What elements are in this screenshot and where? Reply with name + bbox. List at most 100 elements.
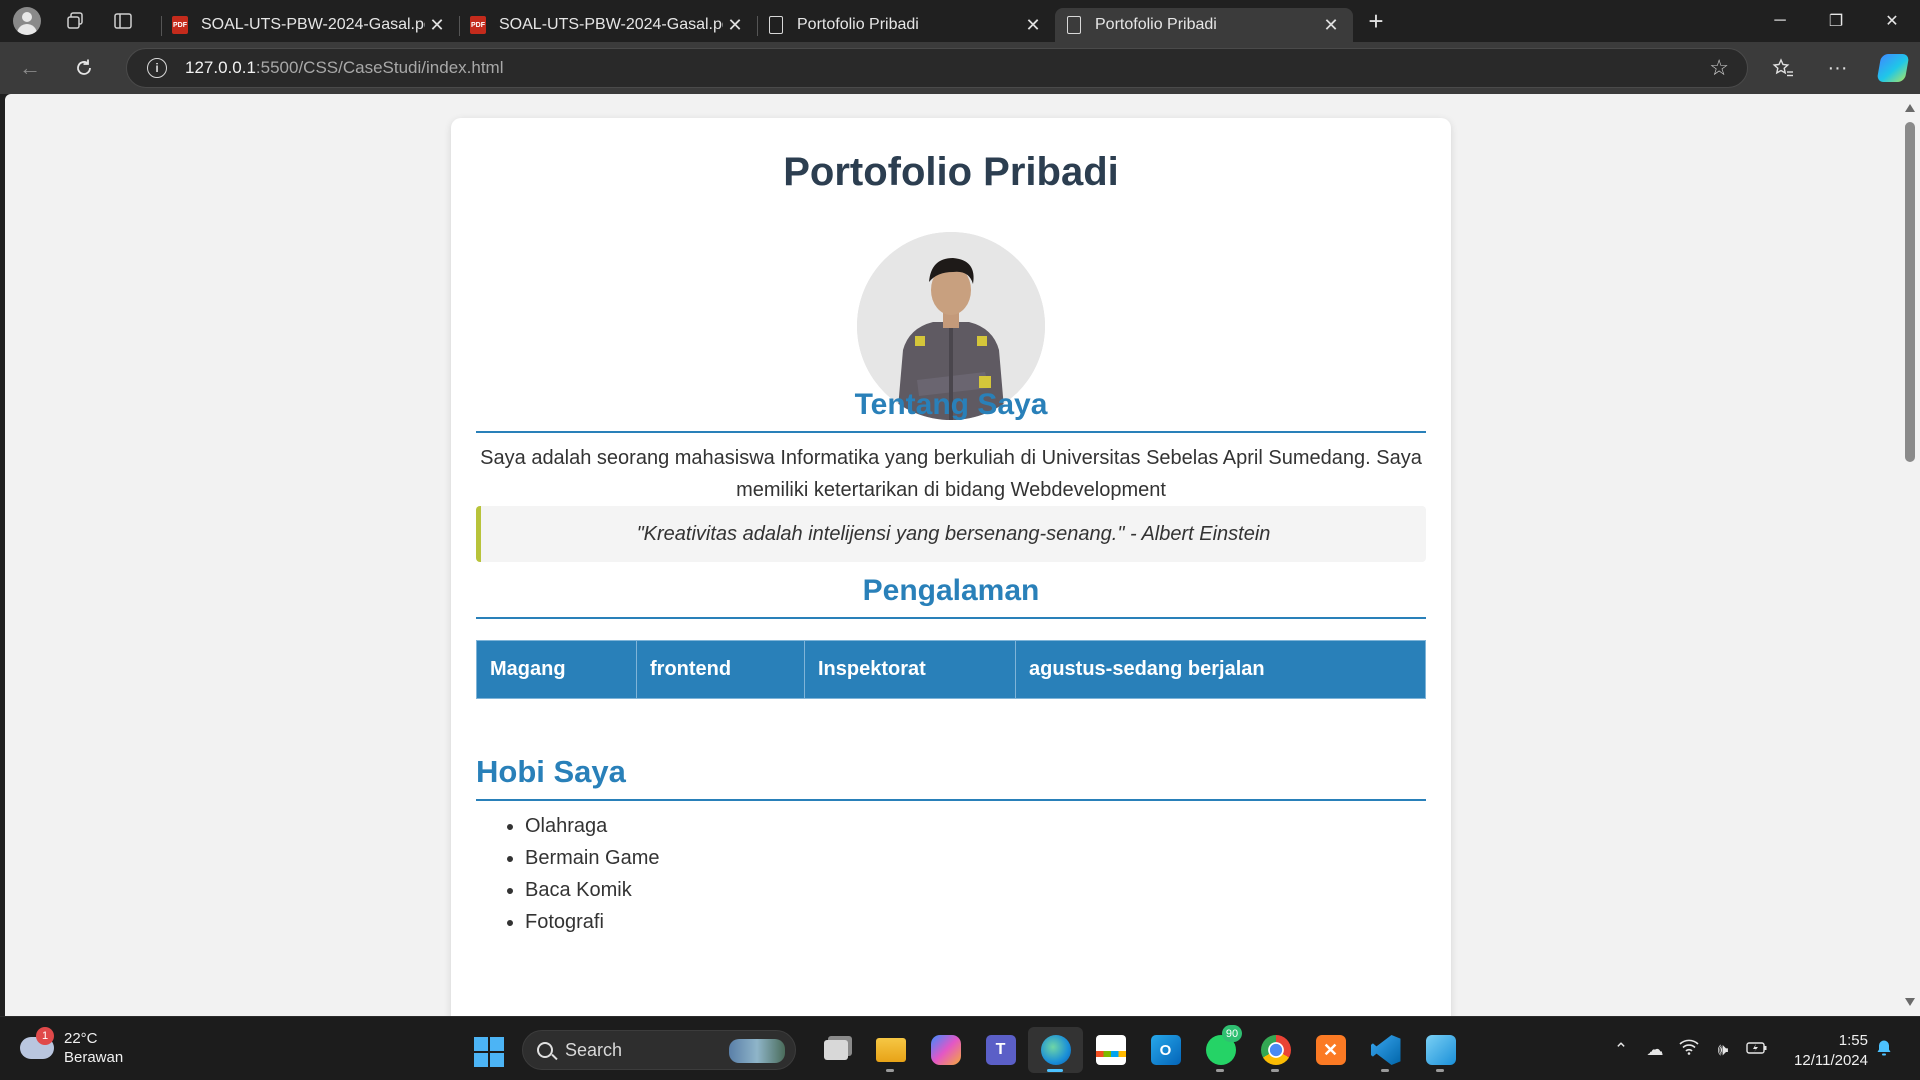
- restore-button[interactable]: ❐: [1808, 0, 1864, 42]
- windows-taskbar: 1 22°C Berawan Search T O 90 ✕ ⌃ ☁ 🕪 1:5…: [0, 1016, 1920, 1080]
- chevron-up-icon[interactable]: ⌃: [1604, 1040, 1638, 1060]
- search-icon: [537, 1042, 553, 1058]
- profile-button[interactable]: [3, 0, 51, 42]
- profile-avatar-icon: [13, 7, 41, 35]
- windows-logo-icon: [490, 1037, 504, 1051]
- file-explorer-button[interactable]: [863, 1027, 918, 1073]
- windows-logo-icon: [474, 1037, 488, 1051]
- windows-logo-icon: [490, 1053, 504, 1067]
- about-divider: [476, 431, 1426, 433]
- tab-title: Portofolio Pribadi: [797, 16, 919, 33]
- system-clock[interactable]: 1:55 12/11/2024: [1778, 1031, 1868, 1071]
- close-icon[interactable]: ✕: [1021, 15, 1045, 36]
- search-highlight-image: [729, 1039, 785, 1063]
- notification-bell-icon[interactable]: [1876, 1039, 1892, 1057]
- page-scrollbar[interactable]: [1900, 94, 1920, 1016]
- running-indicator: [1047, 1069, 1063, 1072]
- refresh-button[interactable]: [60, 48, 108, 88]
- table-cell: Magang: [476, 640, 637, 699]
- minimize-button[interactable]: ─: [1752, 0, 1808, 42]
- back-button[interactable]: ←: [6, 48, 54, 88]
- running-indicator: [1381, 1069, 1389, 1072]
- table-row: Magang frontend Inspektorat agustus-seda…: [476, 640, 1426, 699]
- start-button[interactable]: [474, 1037, 504, 1067]
- edge-button[interactable]: [1028, 1027, 1083, 1073]
- experience-table: Magang frontend Inspektorat agustus-seda…: [476, 640, 1426, 699]
- weather-description: Berawan: [64, 1049, 124, 1066]
- volume-icon[interactable]: 🕪: [1706, 1040, 1740, 1060]
- onedrive-cloud-icon[interactable]: ☁: [1638, 1040, 1672, 1060]
- teams-button[interactable]: T: [973, 1027, 1028, 1073]
- pdf-icon: PDF: [469, 15, 487, 35]
- running-indicator: [1216, 1069, 1224, 1072]
- running-indicator: [1271, 1069, 1279, 1072]
- chrome-icon: [1260, 1035, 1291, 1065]
- scroll-down-arrow-icon[interactable]: [1905, 998, 1915, 1006]
- workspaces-icon: [67, 12, 83, 29]
- favorite-star-icon[interactable]: ☆: [1709, 55, 1729, 81]
- chrome-button[interactable]: [1248, 1027, 1303, 1073]
- photos-icon: [1425, 1035, 1456, 1065]
- address-bar[interactable]: i 127.0.0.1 :5500/CSS/CaseStudi/index.ht…: [126, 48, 1748, 88]
- table-cell: agustus-sedang berjalan: [1015, 640, 1426, 699]
- photos-button[interactable]: [1413, 1027, 1468, 1073]
- teams-icon: T: [985, 1035, 1016, 1065]
- edge-icon: [1040, 1035, 1071, 1065]
- weather-widget[interactable]: 1 22°C Berawan: [20, 1027, 124, 1067]
- table-cell: frontend: [636, 640, 805, 699]
- toolbar-actions: ···: [1755, 42, 1920, 94]
- taskbar-search[interactable]: Search: [522, 1030, 796, 1070]
- windows-logo-icon: [474, 1053, 488, 1067]
- task-view-button[interactable]: [808, 1027, 863, 1073]
- hobby-heading: Hobi Saya: [476, 754, 626, 789]
- scroll-thumb[interactable]: [1905, 122, 1915, 462]
- workspaces-button[interactable]: [51, 0, 99, 42]
- vscode-icon: [1370, 1035, 1401, 1065]
- copilot-app-button[interactable]: [918, 1027, 973, 1073]
- outlook-button[interactable]: O: [1138, 1027, 1193, 1073]
- tab-pdf-2[interactable]: PDF SOAL-UTS-PBW-2024-Gasal.pdf ✕: [459, 8, 757, 42]
- close-icon[interactable]: ✕: [425, 15, 449, 36]
- more-menu-button[interactable]: ···: [1810, 48, 1865, 88]
- scroll-up-arrow-icon[interactable]: [1905, 104, 1915, 112]
- clock-date: 12/11/2024: [1794, 1052, 1868, 1069]
- vertical-tabs-button[interactable]: [99, 0, 147, 42]
- pdf-icon: PDF: [171, 15, 189, 35]
- tab-portfolio-active[interactable]: Portofolio Pribadi ✕: [1055, 8, 1353, 42]
- close-icon[interactable]: ✕: [723, 15, 747, 36]
- wifi-icon[interactable]: [1672, 1039, 1706, 1060]
- xampp-button[interactable]: ✕: [1303, 1027, 1358, 1073]
- store-icon: [1095, 1035, 1126, 1065]
- running-indicator: [1436, 1069, 1444, 1072]
- search-label: Search: [565, 1039, 623, 1060]
- portfolio-card: Portofolio Pribadi Tentang Saya Saya ada…: [451, 118, 1451, 1016]
- vscode-button[interactable]: [1358, 1027, 1413, 1073]
- weather-temperature: 22°C: [64, 1030, 98, 1047]
- whatsapp-button[interactable]: 90: [1193, 1025, 1248, 1073]
- tab-pdf-1[interactable]: PDF SOAL-UTS-PBW-2024-Gasal.pdf ✕: [161, 8, 459, 42]
- favorites-button[interactable]: [1755, 48, 1810, 88]
- page-viewport[interactable]: Portofolio Pribadi Tentang Saya Saya ada…: [5, 94, 1900, 1016]
- battery-icon-graphic: [1746, 1041, 1767, 1054]
- close-window-button[interactable]: ✕: [1864, 0, 1920, 42]
- list-item: Bermain Game: [525, 842, 660, 874]
- new-tab-button[interactable]: +: [1353, 0, 1399, 42]
- list-item: Fotografi: [525, 906, 660, 938]
- battery-icon[interactable]: [1740, 1040, 1774, 1060]
- vertical-tabs-icon: [114, 13, 132, 29]
- quote-block: "Kreativitas adalah intelijensi yang ber…: [476, 506, 1426, 562]
- copilot-icon: [1876, 54, 1909, 82]
- store-button[interactable]: [1083, 1027, 1138, 1073]
- tab-title: Portofolio Pribadi: [1095, 16, 1217, 33]
- close-icon[interactable]: ✕: [1319, 15, 1343, 36]
- bell-icon-graphic: [1877, 1040, 1891, 1056]
- copilot-button[interactable]: [1865, 48, 1920, 88]
- clock-time: 1:55: [1838, 1032, 1868, 1049]
- hobby-divider: [476, 799, 1426, 801]
- site-info-icon[interactable]: i: [147, 58, 167, 78]
- weather-badge: 1: [36, 1027, 54, 1045]
- tab-portfolio-1[interactable]: Portofolio Pribadi ✕: [757, 8, 1055, 42]
- tab-separator: [757, 16, 758, 36]
- about-text: Saya adalah seorang mahasiswa Informatik…: [480, 447, 1422, 501]
- window-controls: ─ ❐ ✕: [1752, 0, 1920, 42]
